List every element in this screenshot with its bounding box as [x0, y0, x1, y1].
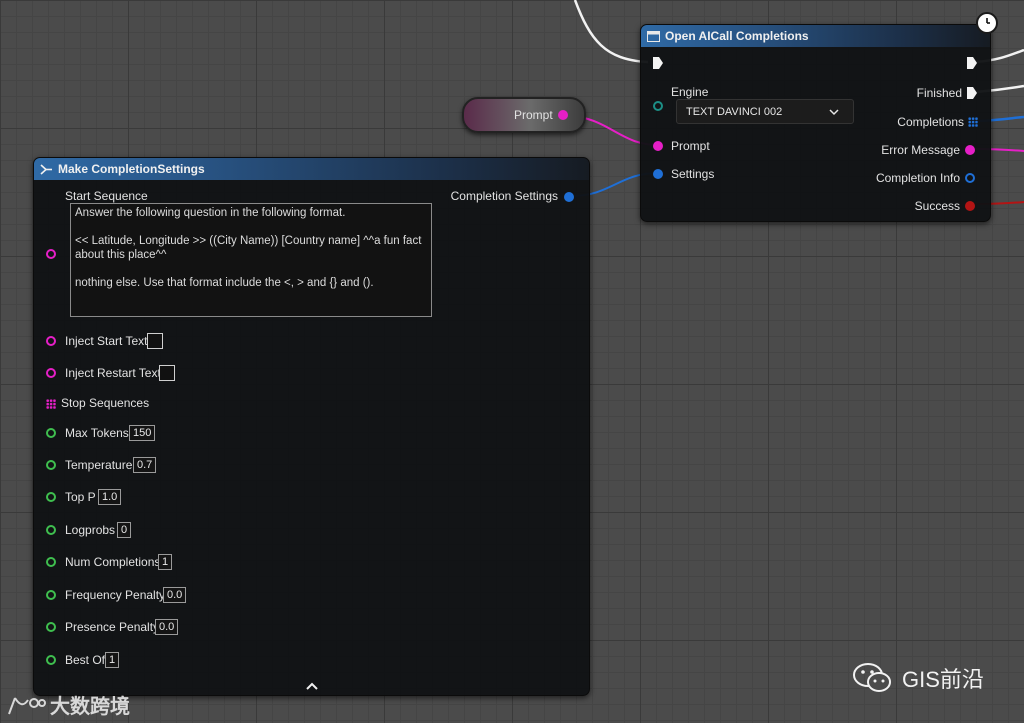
presence-penalty-pin[interactable]: [46, 622, 56, 632]
struct-make-icon: [40, 163, 52, 175]
num-completions-label: Num Completions: [65, 555, 161, 569]
logprobs-input[interactable]: 0: [117, 522, 132, 538]
finished-exec-pin[interactable]: [967, 87, 977, 99]
inject-start-text-checkbox[interactable]: [147, 333, 163, 349]
make-node-header[interactable]: Make CompletionSettings: [34, 158, 589, 180]
open-node-title: Open AICall Completions: [665, 29, 809, 43]
prompt-variable-label: Prompt: [514, 108, 553, 122]
max-tokens-label: Max Tokens: [65, 426, 129, 440]
prompt-variable-node[interactable]: Prompt: [462, 97, 586, 133]
completion-settings-output-label: Completion Settings: [450, 189, 558, 203]
watermark-left: 大数跨境: [6, 690, 130, 719]
completion-info-label: Completion Info: [875, 171, 960, 185]
temperature-input[interactable]: 0.7: [133, 457, 157, 473]
exec-output-pin[interactable]: [967, 57, 977, 69]
completion-info-pin[interactable]: [965, 173, 975, 183]
chevron-down-icon: [829, 109, 839, 116]
finished-label: Finished: [916, 86, 962, 100]
success-pin[interactable]: [965, 201, 975, 211]
completions-array-pin[interactable]: [968, 117, 978, 127]
stop-sequences-label: Stop Sequences: [61, 396, 150, 410]
open-node-header[interactable]: Open AICall Completions: [641, 25, 990, 47]
stop-sequences-array-pin[interactable]: [46, 399, 56, 409]
inject-restart-text-checkbox[interactable]: [159, 365, 175, 381]
frequency-penalty-label: Frequency Penalty: [65, 588, 166, 602]
chevron-up-icon[interactable]: [306, 682, 318, 690]
prompt-variable-output-pin[interactable]: [558, 110, 568, 120]
max-tokens-input[interactable]: 150: [129, 425, 156, 441]
watermark-logo-icon: [8, 696, 46, 714]
watermark-left-text: 大数跨境: [50, 696, 130, 718]
temperature-pin[interactable]: [46, 460, 56, 470]
engine-pin[interactable]: [653, 101, 663, 111]
settings-input-pin[interactable]: [653, 169, 663, 179]
success-label: Success: [914, 199, 960, 213]
prompt-input-pin[interactable]: [653, 141, 663, 151]
temperature-label: Temperature: [65, 458, 133, 472]
completions-label: Completions: [897, 115, 964, 129]
logprobs-label: Logprobs: [65, 523, 116, 537]
engine-selected-value: TEXT DAVINCI 002: [686, 105, 783, 118]
presence-penalty-label: Presence Penalty: [65, 620, 160, 634]
top-p-input[interactable]: 1.0: [98, 489, 122, 505]
engine-dropdown[interactable]: TEXT DAVINCI 002: [676, 99, 854, 124]
inject-restart-text-pin[interactable]: [46, 368, 56, 378]
best-of-label: Best Of: [65, 653, 106, 667]
num-completions-input[interactable]: 1: [158, 554, 173, 570]
clock-icon: [976, 12, 998, 34]
start-sequence-input[interactable]: Answer the following question in the fol…: [70, 203, 432, 317]
inject-start-text-label: Inject Start Text: [65, 334, 148, 348]
make-completion-settings-node[interactable]: Make CompletionSettings Completion Setti…: [33, 157, 590, 696]
logprobs-pin[interactable]: [46, 525, 56, 535]
make-node-title: Make CompletionSettings: [58, 162, 205, 176]
engine-label: Engine: [671, 85, 709, 99]
prompt-input-label: Prompt: [671, 139, 710, 153]
settings-input-label: Settings: [671, 167, 715, 181]
watermark-right: GIS前沿: [852, 662, 984, 694]
top-p-pin[interactable]: [46, 492, 56, 502]
best-of-pin[interactable]: [46, 655, 56, 665]
best-of-input[interactable]: 1: [105, 652, 120, 668]
frequency-penalty-input[interactable]: 0.0: [163, 587, 187, 603]
error-message-label: Error Message: [881, 143, 960, 157]
max-tokens-pin[interactable]: [46, 428, 56, 438]
exec-input-pin[interactable]: [653, 57, 663, 69]
top-p-label: Top P: [65, 490, 96, 504]
inject-restart-text-label: Inject Restart Text: [65, 366, 161, 380]
inject-start-text-pin[interactable]: [46, 336, 56, 346]
exec-wire-in: [573, 0, 649, 64]
open-aicall-completions-node[interactable]: Open AICall Completions Engine TEXT DAVI…: [640, 24, 991, 222]
frequency-penalty-pin[interactable]: [46, 590, 56, 600]
presence-penalty-input[interactable]: 0.0: [155, 619, 179, 635]
start-sequence-pin[interactable]: [46, 249, 56, 259]
watermark-right-text: GIS前沿: [902, 667, 984, 692]
function-window-icon: [647, 30, 660, 42]
num-completions-pin[interactable]: [46, 557, 56, 567]
start-sequence-label: Start Sequence: [65, 189, 148, 203]
completion-settings-output-pin[interactable]: [564, 192, 574, 202]
error-message-pin[interactable]: [965, 145, 975, 155]
wechat-icon: [853, 663, 891, 692]
